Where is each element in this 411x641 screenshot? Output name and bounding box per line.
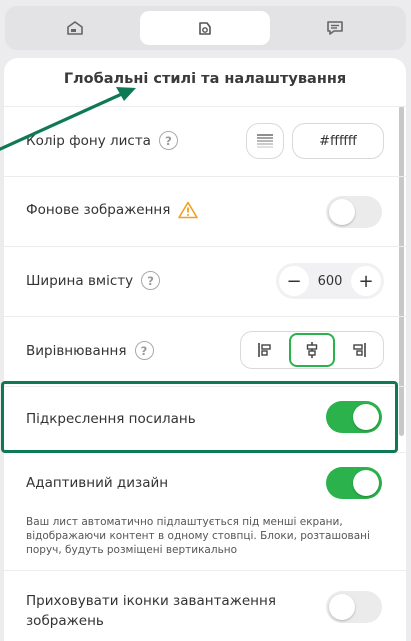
responsive-description: Ваш лист автоматично підлаштується під м… (26, 516, 370, 556)
paint-bucket-icon (199, 22, 211, 35)
width-value[interactable]: 600 (312, 263, 348, 299)
align-center-icon (306, 342, 318, 358)
width-stepper: − 600 + (276, 263, 384, 299)
alignment-label: Вирівнювання (26, 342, 127, 359)
bg-image-label: Фонове зображення (26, 202, 171, 218)
message-icon (327, 21, 343, 35)
gradient-lines-icon (257, 134, 273, 148)
responsive-toggle[interactable] (326, 467, 382, 499)
help-icon[interactable]: ? (158, 131, 178, 150)
responsive-label: Адаптивний дизайн (26, 475, 169, 491)
responsive-row: Адаптивний дизайн Ваш лист автоматично п… (4, 452, 406, 570)
tab-comments[interactable] (270, 11, 400, 45)
align-right-button[interactable] (335, 332, 383, 368)
alignment-row: Вирівнювання ? (4, 316, 406, 386)
underline-links-row: Підкреслення посилань (4, 386, 406, 452)
underline-links-toggle[interactable] (326, 401, 382, 433)
increment-button[interactable]: + (351, 266, 381, 296)
envelope-icon (67, 21, 83, 35)
content-width-label: Ширина вмісту (26, 272, 134, 289)
underline-links-label: Підкреслення посилань (26, 411, 196, 427)
color-swatch-button[interactable] (246, 123, 284, 159)
align-left-button[interactable] (241, 332, 289, 368)
tab-bar (5, 6, 406, 50)
alignment-segmented-control (240, 331, 384, 369)
align-right-icon (353, 343, 366, 357)
bg-image-toggle[interactable] (326, 196, 382, 228)
align-left-icon (258, 343, 271, 357)
tab-content[interactable] (10, 11, 140, 45)
color-hex-input[interactable]: #ffffff (292, 123, 384, 159)
content-width-row: Ширина вмісту ? − 600 + (4, 246, 406, 316)
tab-styles[interactable] (140, 11, 270, 45)
help-icon[interactable]: ? (141, 271, 161, 290)
decrement-button[interactable]: − (279, 266, 309, 296)
hide-download-icons-row: Приховувати іконки завантаження зображен… (4, 570, 406, 641)
bg-image-row: Фонове зображення (4, 176, 406, 246)
warning-icon (178, 201, 199, 219)
align-center-button[interactable] (289, 333, 335, 367)
annotation-arrow (0, 87, 136, 151)
hide-download-icons-toggle[interactable] (326, 591, 382, 623)
help-icon[interactable]: ? (134, 341, 154, 360)
hide-download-icons-label: Приховувати іконки завантаження зображен… (26, 593, 276, 629)
